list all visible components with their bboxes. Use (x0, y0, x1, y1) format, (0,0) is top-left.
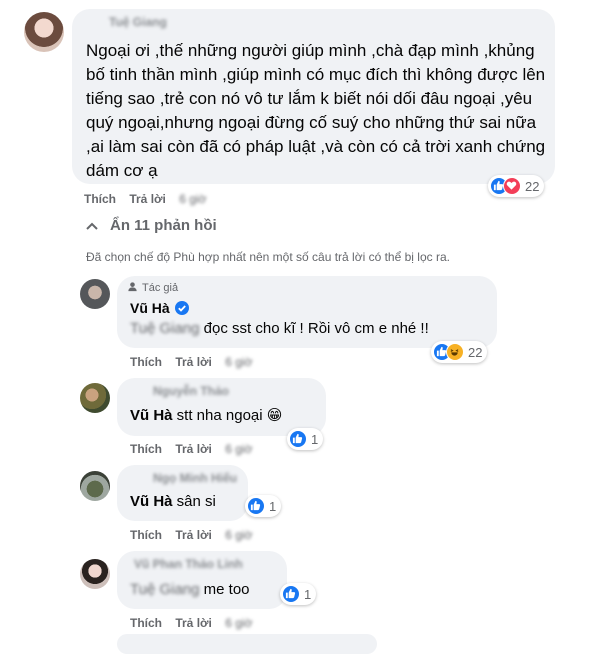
reply-author[interactable]: Vũ Hà (130, 300, 170, 316)
author-badge: Tác giả (127, 281, 178, 295)
reaction-summary[interactable]: 1 (245, 495, 282, 517)
avatar[interactable] (24, 12, 64, 52)
mention[interactable]: Vũ Hà (130, 407, 173, 424)
avatar[interactable] (80, 471, 110, 501)
like-button[interactable]: Thích (84, 192, 116, 206)
reply-text-row: Vũ Hà stt nha ngoại 😁 (130, 406, 282, 424)
mention[interactable]: Vũ Hà (130, 493, 173, 510)
avatar[interactable] (80, 279, 110, 309)
love-icon (503, 177, 521, 195)
reply-text: sân si (172, 493, 216, 510)
reaction-summary[interactable]: 22 (488, 175, 545, 197)
reaction-count: 22 (525, 178, 540, 194)
author-badge-icon (127, 281, 138, 295)
comment-bubble: Tuệ Giang Ngoại ơi ,thế những người giúp… (72, 9, 555, 184)
timestamp[interactable]: 6 giờ (225, 442, 252, 456)
avatar[interactable] (80, 559, 110, 589)
like-button[interactable]: Thích (130, 528, 162, 542)
filter-note: Đã chọn chế độ Phù hợp nhất nên một số c… (86, 250, 450, 264)
timestamp[interactable]: 6 giờ (225, 528, 252, 542)
timestamp[interactable]: 6 giờ (179, 192, 206, 206)
reply-author[interactable]: Ngọ Minh Hiếu (153, 471, 237, 485)
reaction-count: 1 (304, 586, 312, 602)
reply-text-row: Tuệ Giang đọc sst cho kĩ ! Rồi vô cm e n… (130, 320, 429, 337)
reply-button[interactable]: Trả lời (175, 528, 212, 542)
reply-bubble-partial (117, 634, 377, 654)
reply-bubble: Vũ Phan Thảo Linh Tuệ Giang me too (117, 551, 287, 609)
reply-button[interactable]: Trả lời (175, 442, 212, 456)
hide-replies-toggle[interactable]: Ẩn 11 phản hồi (86, 217, 217, 234)
reply-actions: Thích Trả lời 6 giờ (130, 442, 262, 456)
comment-text: Ngoại ơi ,thế những người giúp mình ,chà… (86, 41, 546, 180)
mention[interactable]: Tuệ Giang (130, 581, 200, 598)
reaction-count: 22 (468, 344, 483, 360)
comment-author[interactable]: Tuệ Giang (109, 15, 167, 29)
reply-author[interactable]: Nguyễn Thảo (153, 384, 229, 398)
reply-actions: Thích Trả lời 6 giờ (130, 528, 262, 542)
chevron-up-icon (86, 217, 98, 234)
reply-text-row: Tuệ Giang me too (130, 581, 250, 598)
reaction-summary[interactable]: 1 (287, 428, 324, 450)
reply-text: me too (199, 581, 250, 598)
reply-bubble: Tác giả Vũ Hà Tuệ Giang đọc sst cho kĩ !… (117, 276, 497, 348)
avatar[interactable] (80, 383, 110, 413)
reply-text-row: Vũ Hà sân si (130, 493, 216, 510)
reply-text: đọc sst cho kĩ ! Rồi vô cm e nhé !! (199, 320, 429, 337)
like-icon (289, 430, 307, 448)
reply-actions: Thích Trả lời 6 giờ (130, 616, 262, 630)
reaction-count: 1 (269, 498, 277, 514)
reply-author[interactable]: Vũ Phan Thảo Linh (134, 557, 243, 571)
comment-actions: Thích Trả lời 6 giờ (84, 192, 216, 206)
like-icon (282, 585, 300, 603)
reaction-count: 1 (311, 431, 319, 447)
author-badge-label: Tác giả (142, 282, 179, 294)
reply-actions: Thích Trả lời 6 giờ (130, 355, 262, 369)
reaction-summary[interactable]: 22 (431, 341, 488, 363)
haha-icon (446, 343, 464, 361)
reaction-summary[interactable]: 1 (280, 583, 317, 605)
reply-text: stt nha ngoại 😁 (172, 407, 283, 424)
like-button[interactable]: Thích (130, 355, 162, 369)
like-icon (247, 497, 265, 515)
timestamp[interactable]: 6 giờ (225, 616, 252, 630)
timestamp[interactable]: 6 giờ (225, 355, 252, 369)
reply-button[interactable]: Trả lời (175, 355, 212, 369)
like-button[interactable]: Thích (130, 616, 162, 630)
reply-author-row: Vũ Hà (130, 300, 189, 316)
reply-button[interactable]: Trả lời (175, 616, 212, 630)
reply-button[interactable]: Trả lời (129, 192, 166, 206)
like-button[interactable]: Thích (130, 442, 162, 456)
reply-bubble: Ngọ Minh Hiếu Vũ Hà sân si (117, 465, 248, 521)
mention[interactable]: Tuệ Giang (130, 320, 200, 337)
verified-icon (174, 301, 189, 315)
hide-replies-label: Ẩn 11 phản hồi (110, 217, 217, 234)
